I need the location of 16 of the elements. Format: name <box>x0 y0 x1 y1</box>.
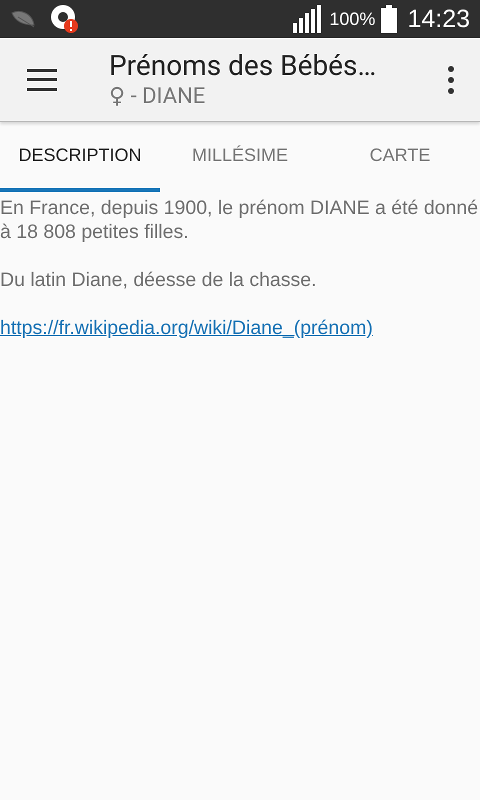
leaf-icon <box>10 9 36 29</box>
description-text: En France, depuis 1900, le prénom DIANE a été donné à 18 808 petites filles. <box>0 196 480 244</box>
tab[interactable]: DESCRIPTION <box>0 122 160 192</box>
description-text: Du latin Diane, déesse de la chasse. <box>0 268 318 292</box>
more-options-button[interactable] <box>446 66 456 94</box>
battery-percentage: 100% <box>329 8 376 30</box>
notification-icon <box>50 4 80 34</box>
subtitle: ♀ - DIANE <box>109 82 206 110</box>
wikipedia-link[interactable]: https://fr.wikipedia.org/wiki/Diane_(prénom) <box>0 317 373 339</box>
clock: 14:23 <box>407 4 470 34</box>
battery-icon <box>381 5 398 33</box>
tab[interactable]: CARTE <box>320 122 480 192</box>
tab[interactable]: MILLÉSIME <box>160 122 320 192</box>
app-title: Prénoms des Bébés… <box>109 48 378 82</box>
signal-icon <box>293 5 324 33</box>
menu-button[interactable] <box>27 68 57 90</box>
